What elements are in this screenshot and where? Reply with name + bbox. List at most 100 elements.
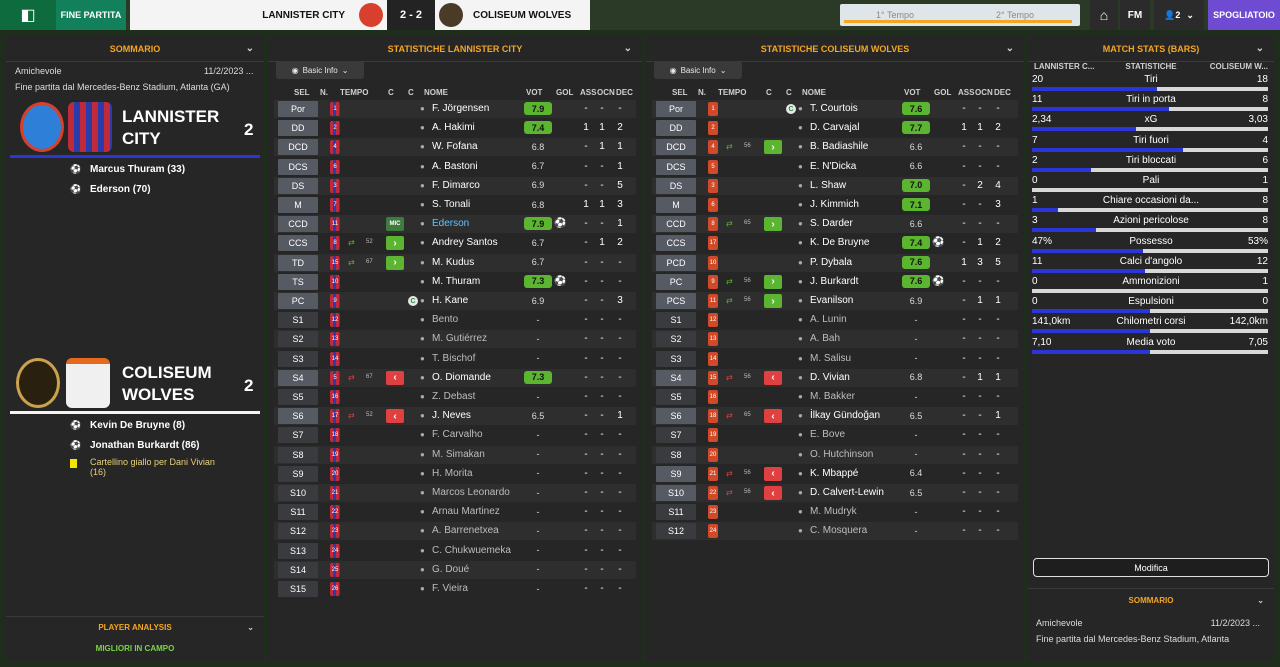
player-name[interactable]: F. Dimarco — [432, 180, 480, 191]
player-row[interactable]: S12 23 ● A. Barrenetxea - - - - — [274, 522, 636, 541]
col-header-ocn[interactable]: OCN — [597, 88, 615, 97]
player-name[interactable]: A. Barrenetxea — [432, 525, 499, 536]
match-timeline[interactable]: 1° Tempo 2° Tempo — [840, 4, 1080, 26]
col-header-dec[interactable]: DEC — [616, 88, 633, 97]
sub-in-icon[interactable]: › — [386, 255, 404, 270]
player-name[interactable]: D. Calvert-Lewin — [810, 487, 884, 498]
player-row[interactable]: M 6 ● J. Kimmich 7.1 - - 3 — [652, 196, 1018, 214]
chevron-down-icon[interactable]: ⌄ — [1257, 596, 1264, 605]
sub-out-icon[interactable]: ‹ — [764, 466, 782, 481]
col-header-gol[interactable]: GOL — [556, 88, 573, 97]
player-name[interactable]: Z. Debast — [432, 391, 475, 402]
player-row[interactable]: TD 15 ⇄ 67 › ● M. Kudus 6.7- - - — [274, 253, 636, 272]
position-badge[interactable]: S2 — [656, 331, 696, 348]
position-badge[interactable]: S6 — [656, 408, 696, 425]
position-badge[interactable]: DCS — [278, 158, 318, 175]
col-header-gol[interactable]: GOL — [934, 88, 951, 97]
player-name[interactable]: M. Mudryk — [810, 506, 857, 517]
player-row[interactable]: CCD 8 ⇄ 65 › ● S. Darder 6.6- - - — [652, 215, 1018, 234]
position-badge[interactable]: S4 — [278, 369, 318, 386]
player-row[interactable]: S11 23 ● M. Mudryk - - - - — [652, 503, 1018, 521]
position-badge[interactable]: PC — [278, 293, 318, 309]
player-row[interactable]: PCS 11 ⇄ 56 › ● Evanilson 6.9-1 1 — [652, 292, 1018, 310]
position-badge[interactable]: S12 — [656, 523, 696, 540]
position-badge[interactable]: S12 — [278, 523, 318, 540]
summary-bottom-header[interactable]: SOMMARIO ⌄ — [1028, 588, 1274, 612]
position-badge[interactable]: CCD — [656, 216, 696, 233]
player-name[interactable]: A. Hakimi — [432, 122, 475, 133]
player-name[interactable]: H. Kane — [432, 295, 468, 306]
player-name[interactable]: O. Hutchinson — [810, 449, 873, 460]
player-name[interactable]: A. Bah — [810, 333, 840, 344]
player-row[interactable]: DS 3 ● L. Shaw 7.0 -2 4 — [652, 176, 1018, 195]
position-badge[interactable]: S7 — [278, 427, 318, 444]
position-badge[interactable]: S1 — [656, 312, 696, 329]
sub-out-icon[interactable]: ‹ — [386, 370, 404, 385]
users-button[interactable]: 👤 2 ⌄ — [1154, 0, 1204, 30]
player-row[interactable]: CCS 8 ⇄ 52 › ● Andrey Santos 6.7 -1 2 — [274, 234, 636, 252]
sub-out-icon[interactable]: ‹ — [386, 409, 404, 424]
position-badge[interactable]: DCD — [656, 139, 696, 156]
col-header-c[interactable]: C — [388, 88, 394, 97]
player-name[interactable]: J. Kimmich — [810, 199, 859, 210]
player-analysis-header[interactable]: PLAYER ANALYSIS ⌄ — [6, 616, 264, 638]
fm-button[interactable]: FM — [1120, 0, 1150, 30]
player-name[interactable]: J. Neves — [432, 410, 471, 421]
col-header-tempo[interactable]: TEMPO — [340, 88, 368, 97]
col-header-c2[interactable]: C — [408, 88, 414, 97]
player-row[interactable]: S2 13 ● A. Bah - - - - — [652, 330, 1018, 349]
player-row[interactable]: S10 21 ● Marcos Leonardo - - - - — [274, 484, 636, 502]
player-row[interactable]: S3 14 ● M. Salisu - - - - — [652, 350, 1018, 368]
position-badge[interactable]: S6 — [278, 408, 318, 425]
position-badge[interactable]: Por — [278, 101, 318, 117]
player-row[interactable]: Por 1 ● F. Jörgensen 7.9 - - - — [274, 100, 636, 118]
player-row[interactable]: PC 9 ⇄ 56 › ● J. Burkardt 7.6 ⚽ - - - — [652, 273, 1018, 291]
player-name[interactable]: İlkay Gündoğan — [810, 410, 880, 421]
best-players-label[interactable]: MIGLIORI IN CAMPO — [6, 644, 264, 653]
player-row[interactable]: S12 24 ● C. Mosquera - - - - — [652, 522, 1018, 541]
player-row[interactable]: S1 12 ● A. Lunin - - - - — [652, 311, 1018, 329]
player-name[interactable]: Ederson — [432, 218, 469, 229]
player-name[interactable]: M. Thuram — [432, 276, 480, 287]
position-badge[interactable]: M — [656, 197, 696, 213]
chevron-down-icon[interactable]: ⌄ — [1256, 43, 1264, 54]
player-name[interactable]: E. Bove — [810, 429, 845, 440]
player-row[interactable]: S4 5 ⇄ 67 ‹ ● O. Diomande 7.3- - - — [274, 368, 636, 387]
position-badge[interactable]: DD — [656, 120, 696, 137]
player-row[interactable]: S7 18 ● F. Carvalho - - - - — [274, 426, 636, 444]
player-row[interactable]: S5 16 ● M. Bakker - - - - — [652, 388, 1018, 406]
player-row[interactable]: S15 26 ● F. Vieira - - - - — [274, 580, 636, 598]
position-badge[interactable]: DD — [278, 120, 318, 137]
col-header-nome[interactable]: NOME — [802, 88, 826, 97]
player-row[interactable]: S7 19 ● E. Bove - - - - — [652, 426, 1018, 444]
player-row[interactable]: DS 3 ● F. Dimarco 6.9 - - 5 — [274, 176, 636, 195]
player-row[interactable]: S2 13 ● M. Gutiérrez - - - - — [274, 330, 636, 349]
player-row[interactable]: PCD 10 ● P. Dybala 7.6 1 3 5 — [652, 253, 1018, 272]
player-name[interactable]: F. Carvalho — [432, 429, 483, 440]
sub-in-icon[interactable]: › — [764, 294, 782, 308]
player-name[interactable]: H. Morita — [432, 468, 473, 479]
sub-in-icon[interactable]: › — [764, 217, 782, 232]
player-name[interactable]: A. Lunin — [810, 314, 847, 325]
position-badge[interactable]: S11 — [656, 504, 696, 521]
position-badge[interactable]: S2 — [278, 331, 318, 348]
player-row[interactable]: DCS 6 ● A. Bastoni 6.7 - - 1 — [274, 158, 636, 176]
position-badge[interactable]: S10 — [656, 485, 696, 501]
position-badge[interactable]: PC — [656, 273, 696, 290]
sub-in-icon[interactable]: › — [764, 140, 782, 155]
position-badge[interactable]: S15 — [278, 581, 318, 597]
player-name[interactable]: K. Mbappé — [810, 468, 858, 479]
position-badge[interactable]: S3 — [278, 350, 318, 367]
col-header-sel[interactable]: SEL — [672, 88, 688, 97]
position-badge[interactable]: S13 — [278, 542, 318, 559]
player-row[interactable]: DD 2 ● A. Hakimi 7.4 1 1 2 — [274, 119, 636, 137]
player-name[interactable]: J. Burkardt — [810, 276, 858, 287]
player-row[interactable]: DD 2 ● D. Carvajal 7.7 1 1 2 — [652, 119, 1018, 137]
player-row[interactable]: DCD 4 ● W. Fofana 6.8-1 1 — [274, 138, 636, 157]
player-row[interactable]: Por 1 C ● T. Courtois 7.6 - - - — [652, 100, 1018, 118]
position-badge[interactable]: DCS — [656, 158, 696, 175]
position-badge[interactable]: S9 — [656, 465, 696, 482]
player-name[interactable]: F. Jörgensen — [432, 103, 489, 114]
player-row[interactable]: S9 20 ● H. Morita - - - - — [274, 465, 636, 483]
player-name[interactable]: E. N'Dicka — [810, 161, 856, 172]
